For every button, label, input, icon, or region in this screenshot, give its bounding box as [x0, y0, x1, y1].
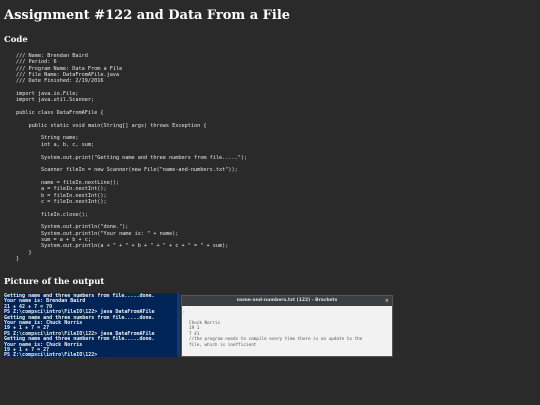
- terminal-line: PS Z:\compsci\intro\FileIO\122>: [4, 352, 98, 357]
- output-heading: Picture of the output: [4, 277, 105, 287]
- editor-title: name-and-numbers.txt (122) - Brackets: [236, 298, 338, 303]
- editor-line: file, which is inefficient: [189, 342, 257, 348]
- chevron-right-icon: ›: [183, 309, 185, 314]
- editor-screenshot: name-and-numbers.txt (122) - Brackets × …: [181, 295, 393, 357]
- terminal-output: Getting name and three numbers from file…: [4, 293, 179, 357]
- close-icon: ×: [384, 298, 389, 304]
- editor-titlebar: name-and-numbers.txt (122) - Brackets ×: [182, 296, 392, 306]
- terminal-scrollbar: [177, 293, 180, 357]
- editor-line: //the program needs to compile every tim…: [189, 337, 363, 343]
- code-block: /// Name: Brendan Baird/// Period: 6/// …: [16, 53, 516, 262]
- terminal-screenshot: Getting name and three numbers from file…: [3, 293, 180, 357]
- code-line: }: [16, 256, 20, 262]
- page-title: Assignment #122 and Data From a File: [4, 8, 291, 23]
- code-heading: Code: [4, 35, 28, 45]
- editor-content: Chuck Norris 19 17 41//the program needs …: [189, 321, 390, 348]
